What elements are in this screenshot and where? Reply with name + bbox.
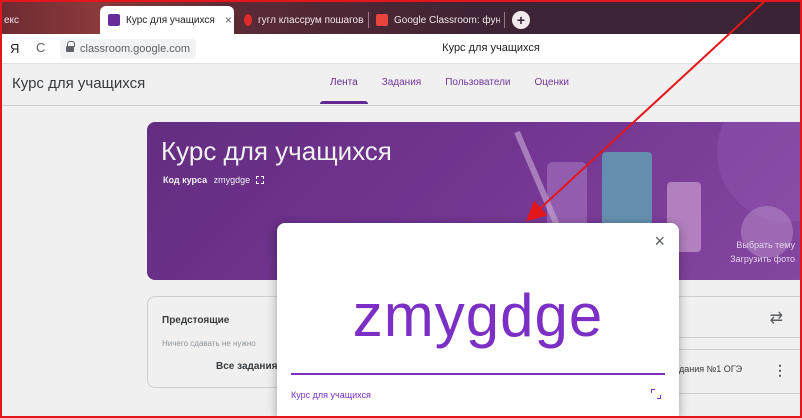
annotation-arrow: [526, 0, 767, 222]
